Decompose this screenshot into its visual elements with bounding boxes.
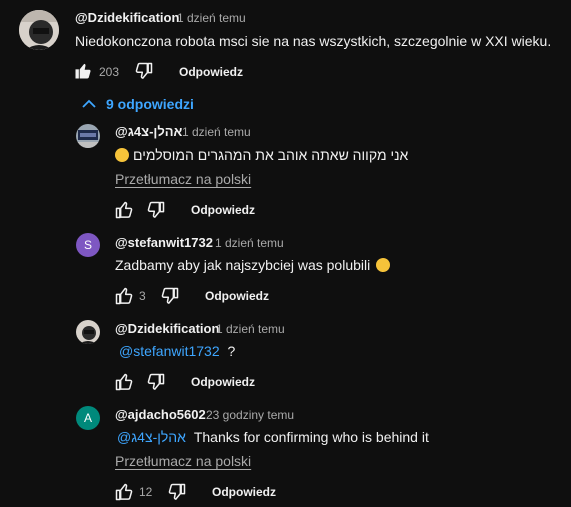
thumb-up-icon [115, 483, 133, 501]
dislike-button[interactable] [134, 61, 154, 81]
thumb-up-icon [115, 373, 133, 391]
thumb-up-icon [115, 201, 133, 219]
comment-time[interactable]: 1 dzień temu [177, 11, 246, 25]
avatar-letter: S [83, 238, 92, 252]
reply-time[interactable]: 1 dzień temu [215, 236, 284, 250]
reply-text: @אהלן-צ4ג Thanks for confirming who is b… [117, 429, 429, 445]
thumb-up-icon [75, 63, 91, 79]
mention-link[interactable]: @אהלן-צ4ג [117, 429, 186, 445]
like-button[interactable] [73, 61, 93, 81]
dislike-button[interactable] [160, 286, 180, 306]
replies-count-label: 9 odpowiedzi [106, 96, 194, 112]
replies-toggle[interactable]: 9 odpowiedzi [82, 96, 194, 112]
reply-text: אני מקווה שאתה אוהב את המהגרים המוסלמים [115, 147, 408, 163]
dislike-button[interactable] [146, 372, 166, 392]
like-count: 203 [99, 65, 120, 79]
chevron-up-icon [82, 99, 96, 108]
reply-author[interactable]: @stefanwit1732 [115, 235, 213, 250]
like-button[interactable] [114, 200, 134, 220]
mention-link[interactable]: @stefanwit1732 [119, 343, 220, 359]
translate-link[interactable]: Przetłumacz na polski [115, 453, 251, 469]
translate-link[interactable]: Przetłumacz na polski [115, 171, 251, 187]
reply-author[interactable]: @Dzidekification [115, 321, 219, 336]
dislike-button[interactable] [167, 482, 187, 502]
avatar[interactable]: S [76, 233, 100, 257]
avatar[interactable]: A [76, 406, 100, 430]
laughing-emoji-icon [115, 148, 129, 162]
like-count: 3 [139, 289, 146, 303]
like-button[interactable] [114, 372, 134, 392]
reply-author[interactable]: @ajdacho5602 [115, 407, 206, 422]
comment-text: Niedokonczona robota msci sie na nas wsz… [75, 33, 552, 49]
avatar[interactable] [19, 10, 59, 50]
like-button[interactable] [114, 482, 134, 502]
thumb-up-icon [115, 287, 133, 305]
reply-time[interactable]: 1 dzień temu [216, 322, 285, 336]
thumb-down-icon [161, 287, 179, 304]
dislike-button[interactable] [146, 200, 166, 220]
avatar[interactable] [76, 320, 100, 344]
reply-button[interactable]: Odpowiedz [212, 485, 276, 499]
avatar[interactable] [76, 124, 100, 148]
reply-time[interactable]: 1 dzień temu [182, 125, 251, 139]
avatar-letter: A [83, 411, 92, 425]
reply-text: @stefanwit1732 ? [119, 343, 236, 359]
smiling-emoji-icon [376, 258, 391, 272]
thumb-down-icon [147, 373, 165, 390]
thumb-down-icon [147, 201, 165, 218]
reply-text: Zadbamy aby jak najszybciej was polubili [115, 257, 391, 273]
reply-button[interactable]: Odpowiedz [191, 203, 255, 217]
reply-time[interactable]: 23 godziny temu [206, 408, 294, 422]
like-count: 12 [139, 485, 153, 499]
reply-button[interactable]: Odpowiedz [179, 65, 243, 79]
reply-button[interactable]: Odpowiedz [191, 375, 255, 389]
like-button[interactable] [114, 286, 134, 306]
reply-button[interactable]: Odpowiedz [205, 289, 269, 303]
comment-author[interactable]: @Dzidekification [75, 10, 179, 25]
thumb-down-icon [135, 62, 153, 79]
thumb-down-icon [168, 483, 186, 500]
reply-author[interactable]: @אהלן-צ4ג [115, 124, 182, 139]
